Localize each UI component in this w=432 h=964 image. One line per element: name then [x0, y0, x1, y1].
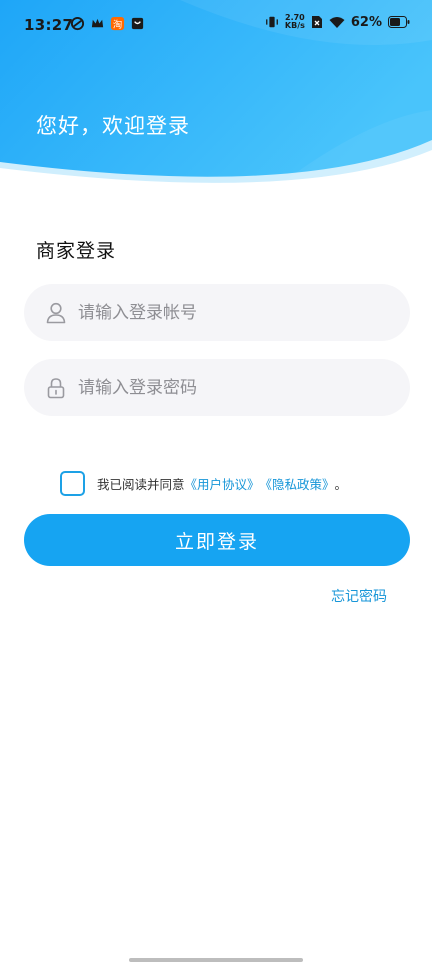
battery-icon	[388, 16, 410, 28]
crown-icon	[91, 18, 104, 28]
agreement-checkbox[interactable]	[60, 471, 85, 496]
account-input[interactable]	[78, 284, 388, 341]
network-speed-unit: KB/s	[284, 21, 305, 30]
forgot-password-link[interactable]: 忘记密码	[331, 586, 387, 606]
lock-icon	[47, 378, 65, 399]
wifi-icon	[329, 16, 345, 28]
user-icon	[46, 302, 66, 324]
agreement-suffix: 。	[334, 477, 348, 492]
swirl-app-icon	[70, 16, 85, 31]
system-icons: 2.70 KB/s 62%	[265, 14, 410, 30]
merchant-login-title: 商家登录	[36, 240, 117, 262]
no-sim-icon	[311, 16, 322, 28]
agreement-prefix: 我已阅读并同意	[97, 477, 185, 492]
home-indicator[interactable]	[129, 958, 303, 962]
agreement-row: 我已阅读并同意 《用户协议》 《隐私政策》 。	[60, 471, 347, 496]
password-field[interactable]	[24, 359, 410, 416]
login-button[interactable]: 立即登录	[24, 514, 410, 566]
notification-icons: 淘	[70, 16, 145, 31]
battery-percent: 62%	[350, 14, 382, 30]
taobao-app-icon: 淘	[110, 16, 125, 30]
privacy-policy-link[interactable]: 《隐私政策》	[260, 474, 335, 493]
network-speed: 2.70 KB/s	[285, 14, 305, 30]
welcome-title: 您好，欢迎登录	[36, 114, 190, 138]
account-field[interactable]	[24, 284, 410, 341]
password-input[interactable]	[78, 359, 388, 416]
user-agreement-link[interactable]: 《用户协议》	[185, 474, 260, 493]
status-time: 13:27	[24, 16, 74, 34]
svg-text:淘: 淘	[113, 18, 122, 30]
vibrate-icon	[265, 16, 278, 28]
shopping-bag-icon	[131, 17, 144, 30]
status-bar: 13:27 淘 2.70 KB/s 62%	[0, 0, 432, 50]
